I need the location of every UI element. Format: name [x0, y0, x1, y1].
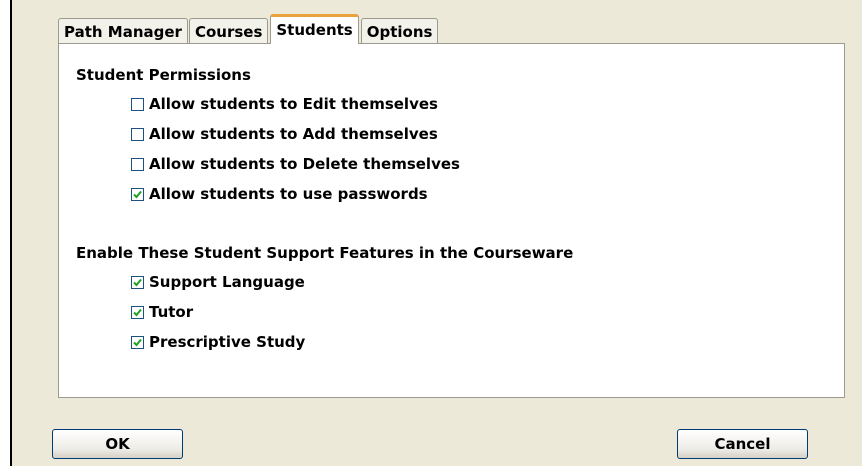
checkbox[interactable]: [131, 187, 144, 201]
checkbox-label: Allow students to Delete themselves: [149, 155, 460, 173]
checkmark-icon: [133, 338, 142, 346]
prescriptive-study-checkbox-row[interactable]: Prescriptive Study: [131, 333, 305, 351]
students-tab-panel: Student Permissions Allow students to Ed…: [58, 43, 845, 398]
edit-themselves-checkbox-row[interactable]: Allow students to Edit themselves: [131, 95, 438, 113]
support-language-checkbox-row[interactable]: Support Language: [131, 273, 305, 291]
checkmark-icon: [133, 308, 142, 316]
checkbox-label: Support Language: [149, 273, 305, 291]
checkbox[interactable]: [131, 157, 144, 171]
checkbox[interactable]: [131, 305, 144, 319]
checkbox-label: Prescriptive Study: [149, 333, 306, 351]
tab-options[interactable]: Options: [360, 18, 439, 44]
checkbox-label: Tutor: [149, 303, 194, 321]
tutor-checkbox-row[interactable]: Tutor: [131, 303, 193, 321]
tab-bar: Path Manager Courses Students Options: [58, 13, 439, 44]
add-themselves-checkbox-row[interactable]: Allow students to Add themselves: [131, 125, 438, 143]
tab-students[interactable]: Students: [270, 14, 359, 44]
checkmark-icon: [133, 190, 142, 198]
ok-button[interactable]: OK: [52, 429, 183, 459]
tab-courses[interactable]: Courses: [188, 18, 269, 44]
checkbox-label: Allow students to Add themselves: [149, 125, 438, 143]
checkbox[interactable]: [131, 275, 144, 289]
delete-themselves-checkbox-row[interactable]: Allow students to Delete themselves: [131, 155, 460, 173]
checkbox-label: Allow students to Edit themselves: [149, 95, 438, 113]
support-features-heading: Enable These Student Support Features in…: [76, 244, 574, 262]
checkbox[interactable]: [131, 97, 144, 111]
use-passwords-checkbox-row[interactable]: Allow students to use passwords: [131, 185, 428, 203]
cancel-button[interactable]: Cancel: [677, 429, 808, 459]
checkbox[interactable]: [131, 335, 144, 349]
tab-path-manager[interactable]: Path Manager: [58, 18, 188, 44]
students-options-dialog: Path Manager Courses Students Options St…: [10, 0, 862, 466]
checkmark-icon: [133, 278, 142, 286]
checkbox[interactable]: [131, 127, 144, 141]
checkbox-label: Allow students to use passwords: [149, 185, 428, 203]
student-permissions-heading: Student Permissions: [76, 66, 251, 84]
